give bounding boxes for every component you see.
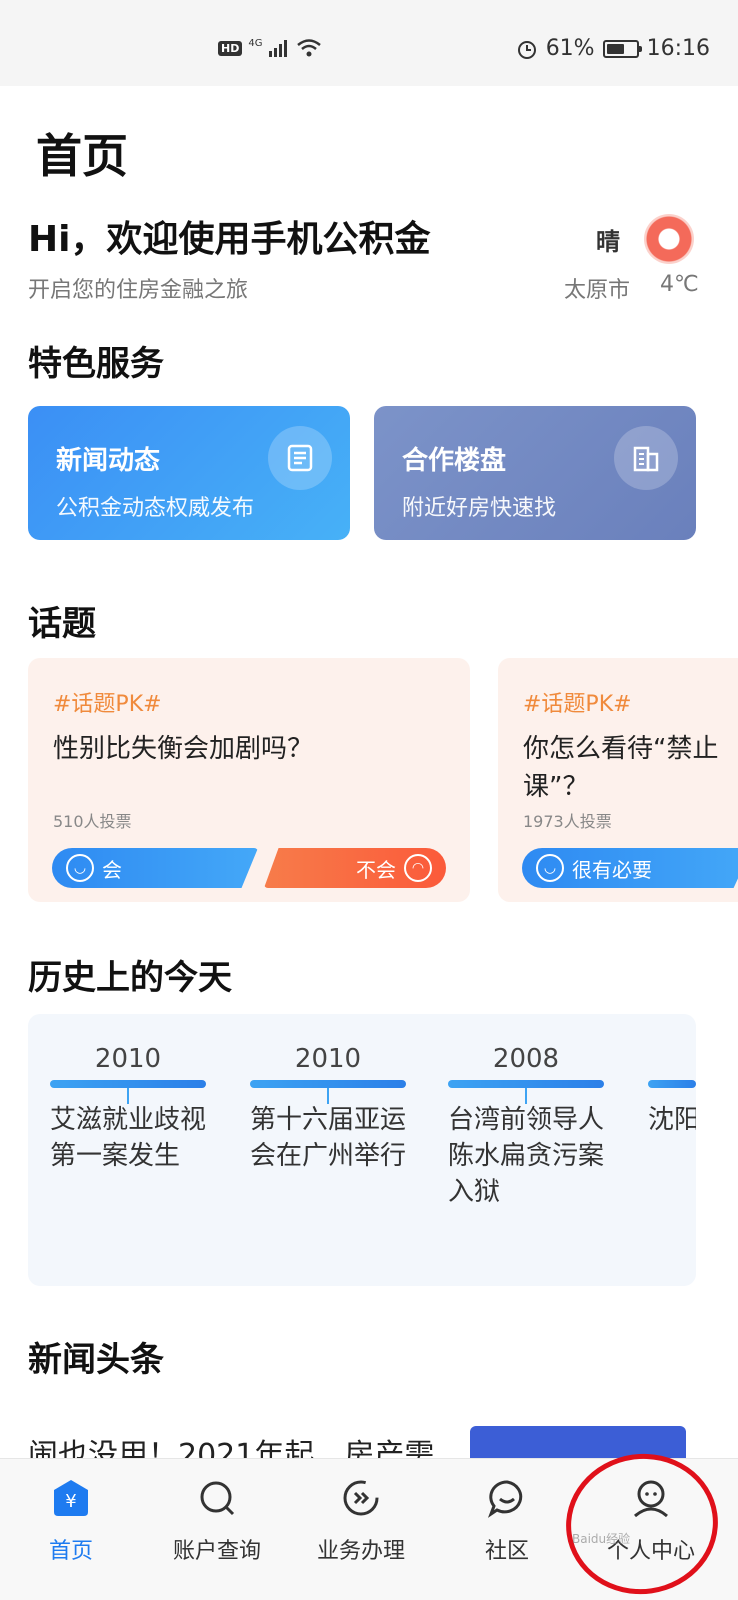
history-text: 台湾前领导人陈水扁贪污案入狱 [448,1105,605,1207]
weather-temperature: 4℃ [660,272,699,297]
history-item[interactable]: 2008 台湾前领导人陈水扁贪污案入狱 [448,1044,624,1210]
history-item[interactable]: 2010 艾滋就业歧视第一案发生 [50,1044,226,1174]
history-text: 艾滋就业歧视第一案发生 [50,1105,207,1171]
signal-icon [269,40,288,57]
topic-card[interactable]: #话题PK# 性别比失衡会加剧吗？ 510人投票 ◡ 会 不会 ◠ [28,658,470,902]
topic-question: 你怎么看待“禁止课”？ [523,734,719,802]
battery-icon [602,39,642,58]
search-icon [194,1475,240,1521]
sad-icon: ◠ [404,854,432,882]
welcome-title: Hi，欢迎使用手机公积金 [28,219,431,260]
service-card-news[interactable]: 新闻动态 公积金动态权威发布 [28,406,350,540]
status-bar: HD 4G 61% 16:16 [0,0,738,86]
chat-bubble-icon [484,1475,530,1521]
history-year: 2008 [492,1044,560,1074]
smile-icon: ◡ [66,854,94,882]
signal-group: HD 4G [218,38,322,58]
nav-item-home[interactable]: ¥ 首页 [6,1475,136,1565]
section-title-news: 新闻头条 [28,1340,164,1380]
hd-badge: HD [218,40,243,56]
home-yuan-icon: ¥ [48,1475,94,1521]
svg-text:¥: ¥ [65,1491,76,1512]
section-title-topics: 话题 [28,604,96,644]
business-icon [338,1475,384,1521]
wifi-icon [297,39,322,57]
building-icon [614,426,678,490]
vote-no-label: 不会 [356,857,396,882]
history-year [648,1044,696,1074]
service-subtitle: 公积金动态权威发布 [56,496,255,521]
weather-condition: 晴 [596,228,620,256]
network-type: 4G [248,37,263,49]
vote-yes-label: 会 [102,857,122,882]
page-title: 首页 [36,129,128,183]
history-year: 2010 [94,1044,162,1074]
timeline-bar [50,1080,206,1104]
nav-label: 账户查询 [172,1539,261,1564]
nav-label: 社区 [484,1539,529,1564]
topic-card[interactable]: #话题PK# 你怎么看待“禁止课”？ 1973人投票 ◡ 很有必要 [498,658,738,902]
section-title-featured: 特色服务 [28,344,164,384]
nav-item-community[interactable]: 社区 [442,1475,572,1565]
topic-votes: 1973人投票 [523,812,612,831]
timeline-bar [648,1080,696,1088]
weather-city: 太原市 [564,278,631,303]
history-text: 沈阳 [648,1105,696,1135]
nav-item-business[interactable]: 业务办理 [296,1475,426,1565]
timeline-bar [448,1080,604,1104]
service-title: 新闻动态 [56,446,161,476]
history-item[interactable]: 2010 第十六届亚运会在广州举行 [250,1044,426,1174]
sun-icon [644,214,694,264]
status-right: 61% 16:16 [516,36,710,61]
vote-yes-label: 很有必要 [572,857,652,882]
newspaper-icon [268,426,332,490]
nav-label: 业务办理 [316,1539,405,1564]
vote-yes-button[interactable]: ◡ 很有必要 [522,848,738,888]
clock: 16:16 [646,36,710,61]
battery-percent: 61% [545,36,595,61]
topic-question: 性别比失衡会加剧吗？ [53,734,314,764]
nav-label: 首页 [48,1539,93,1564]
history-year: 2010 [294,1044,362,1074]
service-subtitle: 附近好房快速找 [402,496,557,521]
timeline-bar [250,1080,406,1104]
topic-votes: 510人投票 [53,812,132,831]
watermark: Baidu经验 [572,1532,631,1546]
history-panel[interactable]: 2010 艾滋就业歧视第一案发生 2010 第十六届亚运会在广州举行 2008 … [28,1014,696,1286]
person-icon [628,1475,674,1521]
history-text: 第十六届亚运会在广州举行 [250,1105,407,1171]
history-item[interactable]: 沈阳 [648,1044,696,1138]
topic-tag: #话题PK# [523,692,632,717]
smile-icon: ◡ [536,854,564,882]
alarm-icon [517,40,536,59]
vote-no-button[interactable]: 不会 ◠ [264,848,446,888]
welcome-subtitle: 开启您的住房金融之旅 [28,278,249,303]
nav-item-profile[interactable]: 个人中心 [586,1475,716,1565]
section-title-history: 历史上的今天 [28,958,232,998]
bottom-nav: ¥ 首页 账户查询 业务办理 社区 个人中心 [0,1458,738,1600]
topic-tag: #话题PK# [53,692,162,717]
nav-item-account[interactable]: 账户查询 [152,1475,282,1565]
service-title: 合作楼盘 [402,446,507,476]
vote-yes-button[interactable]: ◡ 会 [52,848,258,888]
service-card-estate[interactable]: 合作楼盘 附近好房快速找 [374,406,696,540]
